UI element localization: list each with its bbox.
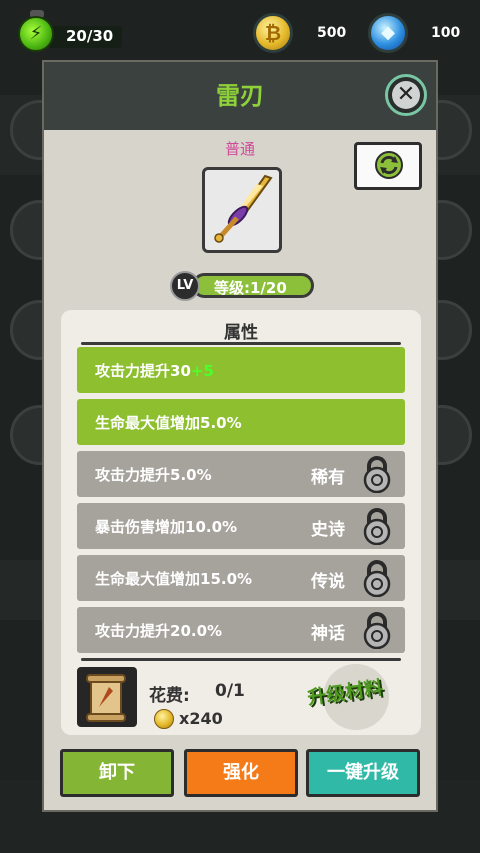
close-icon: ✕ [392, 81, 420, 109]
stamina-text: 20/30 [66, 27, 114, 45]
attributes-panel: 属性 攻击力提升30+5 生命最大值增加5.0% 攻击力提升5.0% 稀有 暴击… [61, 310, 421, 735]
attribute-row-locked: 生命最大值增加15.0% 传说 [77, 555, 405, 601]
close-button[interactable]: ✕ [385, 74, 427, 116]
dialog-title: 雷刃 [216, 82, 264, 110]
attributes-title: 属性 [224, 323, 258, 343]
one-key-upgrade-button[interactable]: 一键升级 [306, 749, 420, 797]
divider [81, 342, 401, 345]
lock-icon [363, 456, 391, 493]
lock-icon [363, 560, 391, 597]
sword-icon [214, 174, 273, 243]
attribute-label: 暴击伤害增加10.0% [95, 518, 238, 536]
attribute-row-locked: 暴击伤害增加10.0% 史诗 [77, 503, 405, 549]
gold-coin-icon [154, 709, 174, 729]
unequip-button[interactable]: 卸下 [60, 749, 174, 797]
lock-icon [363, 612, 391, 649]
dialog-header: 雷刃 ✕ [44, 62, 436, 130]
attribute-rarity: 传说 [311, 572, 345, 592]
level-text: 等级:1/20 [214, 279, 287, 297]
attribute-row: 生命最大值增加5.0% [77, 399, 405, 445]
gold-coin-icon: ₿ [253, 13, 293, 53]
enhance-button[interactable]: 强化 [184, 749, 298, 797]
attribute-row-locked: 攻击力提升20.0% 神话 [77, 607, 405, 653]
attribute-label: 生命最大值增加5.0% [95, 414, 242, 432]
coin-cost: x240 [179, 709, 223, 728]
scroll-icon [86, 674, 126, 722]
attribute-rarity: 神话 [311, 624, 345, 644]
cost-label: 花费: [149, 686, 190, 706]
attribute-row: 攻击力提升30+5 [77, 347, 405, 393]
attribute-label: 攻击力提升5.0% [95, 466, 212, 484]
gold-amount: 500 [317, 25, 347, 41]
refresh-button[interactable] [354, 142, 422, 190]
attribute-rarity: 史诗 [311, 520, 345, 540]
refresh-icon [375, 151, 403, 179]
attribute-rarity: 稀有 [311, 468, 345, 488]
divider [81, 658, 401, 661]
gem-amount: 100 [431, 25, 461, 41]
lock-icon [363, 508, 391, 545]
attribute-label: 生命最大值增加15.0% [95, 570, 253, 588]
attribute-label: 攻击力提升30+5 [95, 362, 214, 380]
cost-value: 0/1 [215, 681, 245, 701]
stamina-icon: ⚡ [18, 16, 54, 52]
attribute-row-locked: 攻击力提升5.0% 稀有 [77, 451, 405, 497]
item-detail-dialog: 雷刃 ✕ 普通 LV 等级:1/20 属性 攻击力提升30+5 生命最大值增加5… [42, 60, 438, 812]
level-badge: LV [170, 271, 200, 301]
attribute-bonus: +5 [190, 362, 214, 380]
gem-icon: ◆ [368, 13, 408, 53]
weapon-slot[interactable] [202, 167, 282, 253]
material-slot[interactable] [77, 667, 137, 727]
attribute-label: 攻击力提升20.0% [95, 622, 223, 640]
